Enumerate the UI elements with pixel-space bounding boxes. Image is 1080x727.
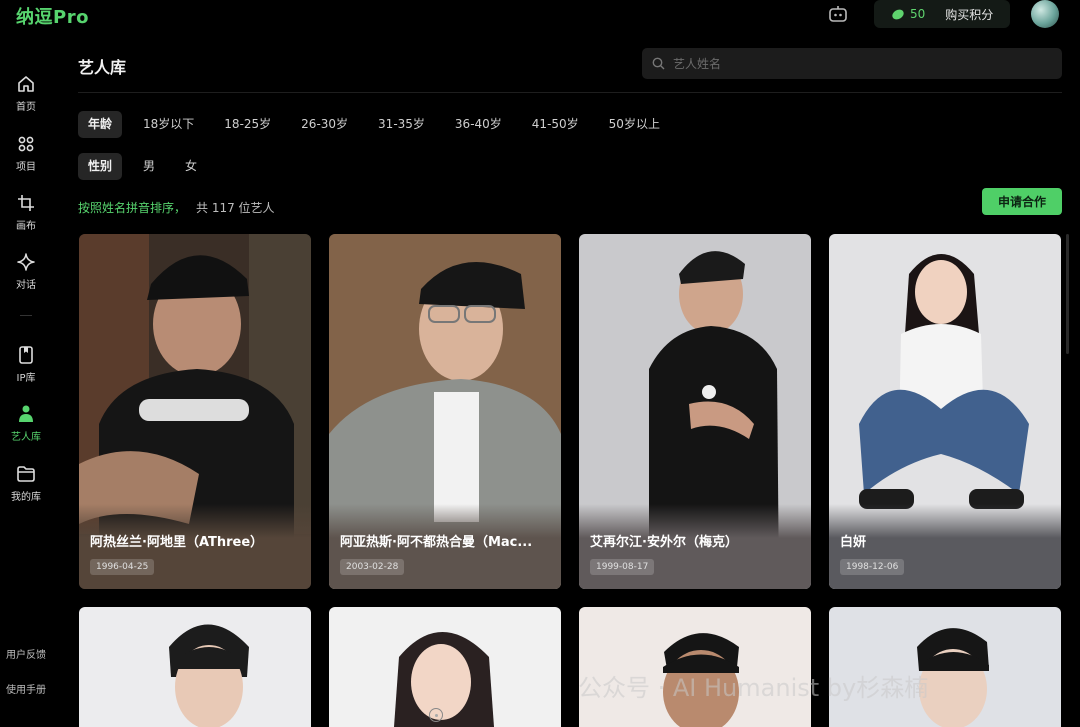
header-divider xyxy=(78,92,1062,93)
artist-photo xyxy=(329,607,561,727)
age-filter: 年龄 18岁以下 18-25岁 26-30岁 31-35岁 36-40岁 41-… xyxy=(78,111,681,138)
page-title: 艺人库 xyxy=(78,58,127,77)
apply-cooperation-button[interactable]: 申请合作 xyxy=(982,188,1062,215)
credit-count: 50 xyxy=(910,7,926,21)
sidebar-item-label: 项目 xyxy=(16,162,36,173)
artist-card[interactable] xyxy=(329,607,561,727)
sidebar-item-projects[interactable]: 项目 xyxy=(0,134,52,173)
search-icon xyxy=(652,57,665,70)
search-input[interactable] xyxy=(673,56,1053,71)
top-bar: 纳逗Pro 50 购买积分 xyxy=(0,0,1080,30)
artist-photo xyxy=(79,607,311,727)
sidebar-divider xyxy=(20,315,32,316)
credits-panel[interactable]: 50 购买积分 xyxy=(874,0,1010,28)
sidebar-item-chat[interactable]: 对话 xyxy=(0,252,52,291)
artist-birthdate: 2003-02-28 xyxy=(340,559,405,575)
artist-photo xyxy=(829,607,1061,727)
gender-option[interactable]: 女 xyxy=(176,153,206,180)
gender-filter: 性别 男 女 xyxy=(78,153,218,180)
artist-name: 阿热丝兰·阿地里（AThree） xyxy=(90,535,264,550)
artist-name: 阿亚热斯·阿不都热合曼（Mac... xyxy=(340,535,533,550)
age-filter-label[interactable]: 年龄 xyxy=(78,111,123,138)
scroll-indicator[interactable] xyxy=(429,708,443,722)
search-box[interactable] xyxy=(642,48,1062,79)
sidebar-item-label: 我的库 xyxy=(11,492,41,503)
age-option[interactable]: 41-50岁 xyxy=(523,111,588,138)
artist-birthdate: 1996-04-25 xyxy=(90,559,155,575)
sidebar-item-home[interactable]: 首页 xyxy=(0,74,52,113)
app-logo[interactable]: 纳逗Pro xyxy=(16,3,89,29)
scrollbar[interactable] xyxy=(1066,234,1069,354)
age-option[interactable]: 26-30岁 xyxy=(292,111,357,138)
person-icon xyxy=(19,405,33,422)
sidebar-item-label: 对话 xyxy=(16,280,36,291)
age-option[interactable]: 31-35岁 xyxy=(369,111,434,138)
artist-card[interactable]: 艾再尔江·安外尔（梅克） 1999-08-17 xyxy=(579,234,811,589)
age-option[interactable]: 36-40岁 xyxy=(446,111,511,138)
sidebar-item-my-library[interactable]: 我的库 xyxy=(0,464,52,503)
sidebar-item-artists[interactable]: 艺人库 xyxy=(0,404,52,443)
crop-icon xyxy=(18,195,34,211)
gender-filter-label[interactable]: 性别 xyxy=(78,153,123,180)
watermark: 公众号 · AI Humanist by杉森楠 xyxy=(578,674,929,702)
sidebar-item-ip-library[interactable]: IP库 xyxy=(0,345,52,384)
artist-name: 艾再尔江·安外尔（梅克） xyxy=(590,535,738,550)
gender-option[interactable]: 男 xyxy=(134,153,164,180)
artist-name: 白妍 xyxy=(840,535,867,550)
user-avatar[interactable] xyxy=(1031,0,1059,28)
manual-link[interactable]: 使用手册 xyxy=(6,681,46,696)
artist-card[interactable] xyxy=(579,607,811,727)
sidebar-item-label: 艺人库 xyxy=(11,432,41,443)
age-option[interactable]: 18-25岁 xyxy=(215,111,280,138)
artist-card[interactable]: 白妍 1998-12-06 xyxy=(829,234,1061,589)
buy-credits-button[interactable]: 购买积分 xyxy=(945,6,993,23)
sparkle-icon xyxy=(17,253,35,271)
artist-card[interactable]: 阿热丝兰·阿地里（AThree） 1996-04-25 xyxy=(79,234,311,589)
artist-birthdate: 1999-08-17 xyxy=(590,559,655,575)
sidebar: 首页 项目 画布 对话 IP库 艺人库 我的库 用户反馈 使用手册 xyxy=(0,60,52,727)
artist-card[interactable]: 阿亚热斯·阿不都热合曼（Mac... 2003-02-28 xyxy=(329,234,561,589)
artist-birthdate: 1998-12-06 xyxy=(840,559,905,575)
sidebar-item-label: IP库 xyxy=(16,373,36,384)
artist-card[interactable] xyxy=(829,607,1061,727)
grid-icon xyxy=(18,136,34,152)
robot-icon[interactable] xyxy=(828,5,848,23)
folder-icon xyxy=(17,466,35,482)
sort-text: 按照姓名拼音排序， xyxy=(78,201,187,215)
artist-card[interactable] xyxy=(79,607,311,727)
feedback-link[interactable]: 用户反馈 xyxy=(6,646,46,661)
age-option[interactable]: 50岁以上 xyxy=(600,111,669,138)
bean-icon xyxy=(890,7,906,21)
bookmark-icon xyxy=(19,346,33,364)
sidebar-item-label: 画布 xyxy=(16,221,36,232)
sidebar-item-canvas[interactable]: 画布 xyxy=(0,193,52,232)
sort-info: 按照姓名拼音排序， 共 117 位艺人 xyxy=(78,199,275,216)
artist-photo xyxy=(579,607,811,727)
home-icon xyxy=(18,76,34,92)
artist-count: 共 117 位艺人 xyxy=(196,201,275,215)
sidebar-item-label: 首页 xyxy=(16,102,36,113)
age-option[interactable]: 18岁以下 xyxy=(134,111,203,138)
